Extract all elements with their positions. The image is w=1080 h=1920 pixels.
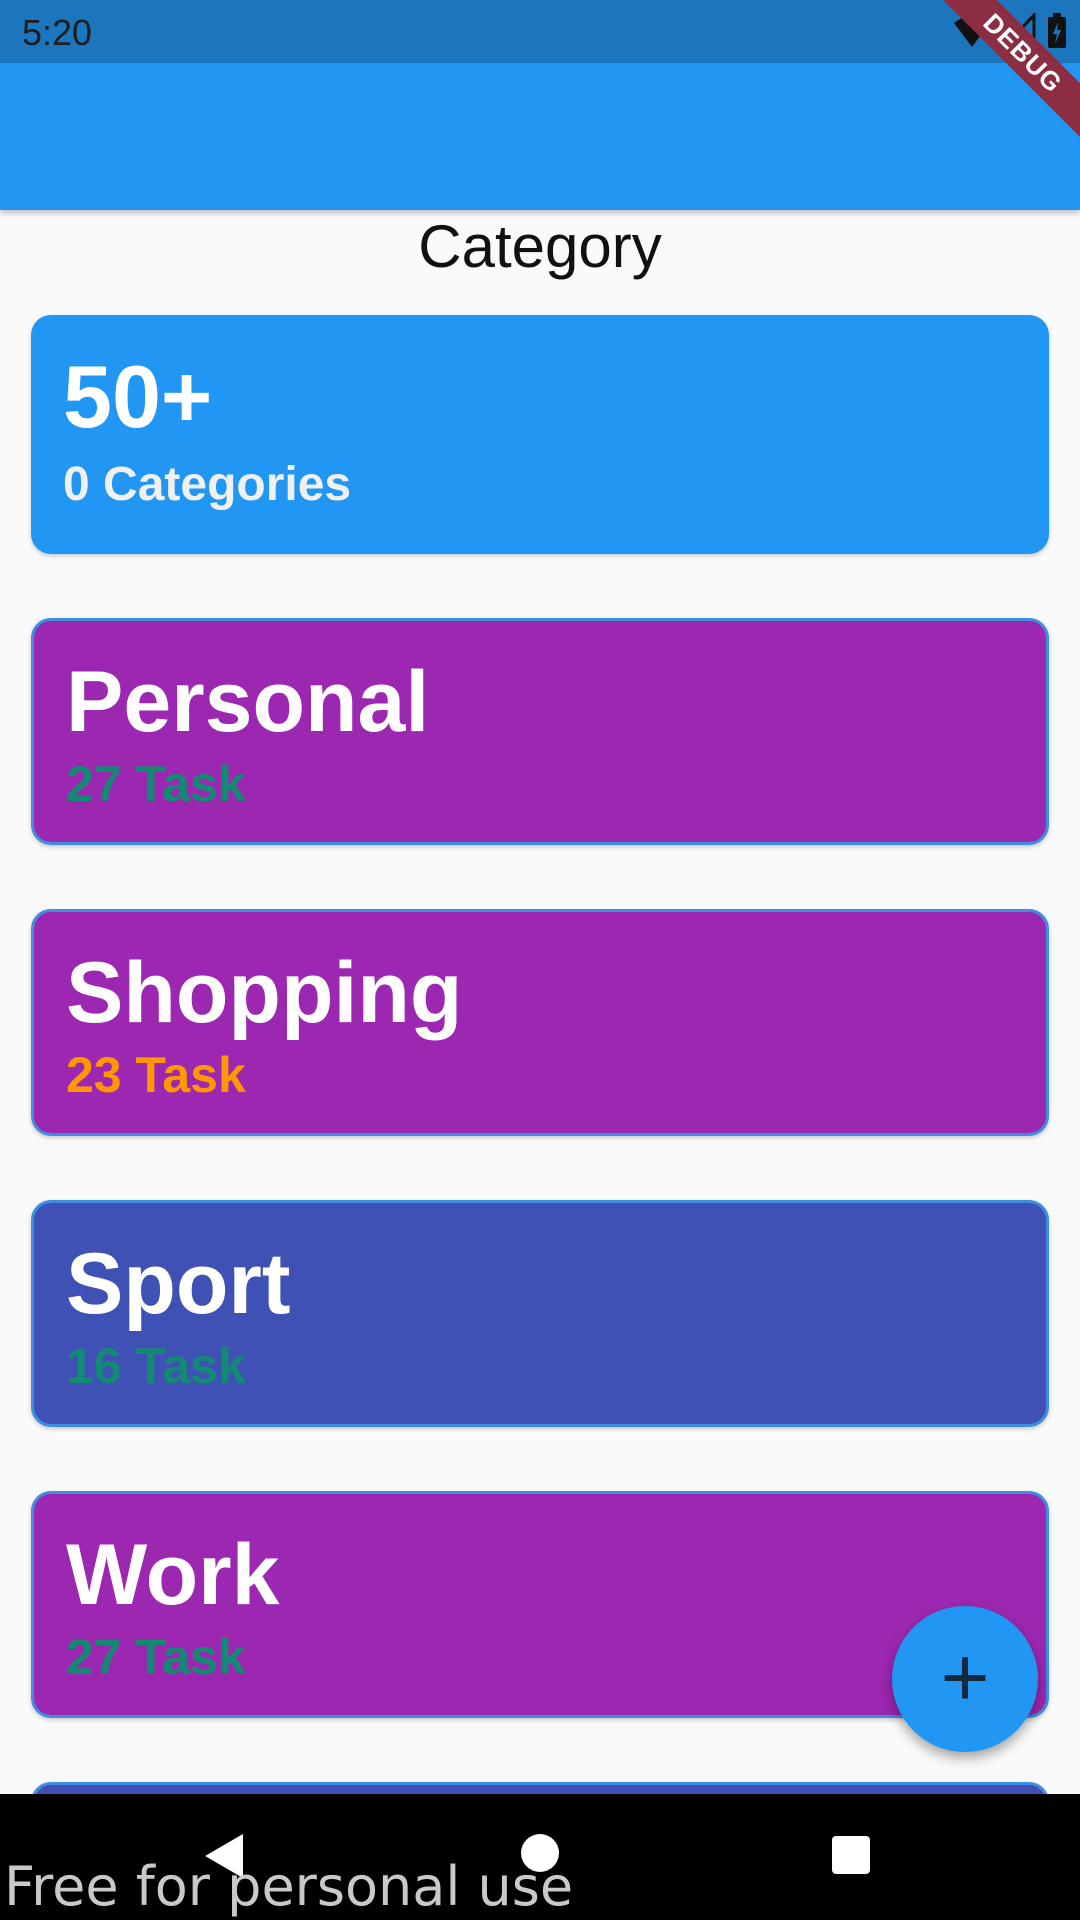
add-category-button[interactable]: + [892,1606,1038,1752]
category-name: Sport [66,1236,291,1332]
category-task-count: 23 Task [66,1047,246,1103]
category-name: Work [66,1527,280,1623]
page-title: Category [418,213,662,280]
summary-count: 50+ [63,347,213,446]
watermark-text: Free for personal use [4,1855,574,1918]
status-bar: 5:20 [0,0,1080,63]
recents-icon[interactable] [832,1836,870,1874]
app-bar [0,63,1080,210]
status-time: 5:20 [22,12,93,53]
category-name: Shopping [66,945,463,1041]
category-card-shopping[interactable]: Shopping 23 Task [31,909,1049,1136]
category-card-personal[interactable]: Personal 27 Task [31,618,1049,845]
category-task-count: 16 Task [66,1338,246,1394]
category-name: Personal [66,654,430,750]
category-card-sport[interactable]: Sport 16 Task [31,1200,1049,1427]
category-task-count: 27 Task [66,756,246,812]
battery-icon [1048,13,1066,48]
category-task-count: 27 Task [66,1629,246,1685]
summary-card: 50+ 0 Categories [31,315,1049,554]
summary-label: 0 Categories [63,458,352,511]
